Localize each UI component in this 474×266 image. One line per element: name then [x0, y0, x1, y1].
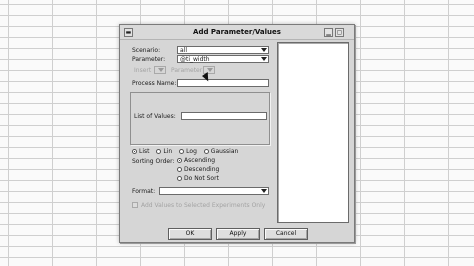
radio-list[interactable] [132, 149, 137, 154]
scenario-combobox[interactable]: all [177, 46, 269, 54]
dialog-titlebar[interactable]: ▬ Add Parameter/Values ▁ ▢ [120, 25, 354, 40]
chevron-down-icon [158, 68, 164, 72]
apply-button[interactable]: Apply [216, 228, 260, 240]
radio-descending-label: Descending [184, 166, 220, 173]
format-combobox[interactable] [159, 187, 269, 195]
parameter-label: Parameter: [132, 56, 166, 63]
list-of-values-group: List of Values: [130, 92, 270, 145]
insert-label: Insert [134, 67, 152, 74]
parameter-value: @ti_width [180, 56, 210, 63]
radio-lin-label: Lin [163, 148, 173, 155]
cancel-button[interactable]: Cancel [264, 228, 308, 240]
radio-ascending-label: Ascending [184, 157, 216, 164]
parameter-combobox[interactable]: @ti_width [177, 55, 269, 63]
sorting-order-label: Sorting Order: [132, 158, 175, 165]
radio-do-not-sort-label: Do Not Sort [184, 175, 219, 182]
process-name-input[interactable] [177, 79, 269, 87]
process-name-label: Process Name: [132, 80, 177, 87]
chevron-down-icon [261, 48, 267, 52]
chevron-down-icon [261, 57, 267, 61]
sort-descending-option: Descending [177, 166, 224, 173]
ok-button[interactable]: OK [168, 228, 212, 240]
list-of-values-input[interactable] [181, 112, 267, 120]
add-values-label: Add Values to Selected Experiments Only [141, 202, 266, 209]
radio-log[interactable] [179, 149, 185, 154]
radio-do-not-sort[interactable] [177, 176, 182, 181]
list-of-values-label: List of Values: [134, 113, 176, 120]
minimize-button[interactable]: ▁ [324, 28, 333, 37]
radio-gaussian-label: Gaussian [210, 148, 239, 155]
radio-ascending[interactable] [177, 158, 182, 163]
chevron-down-icon [261, 189, 267, 193]
distribution-radio-group: List Lin Log Gaussian [132, 148, 243, 155]
dialog-title: Add Parameter/Values [193, 28, 281, 36]
add-values-checkbox[interactable] [132, 202, 138, 208]
maximize-button[interactable]: ▢ [335, 28, 344, 37]
scenario-label: Scenario: [132, 47, 161, 54]
radio-list-label: List [139, 148, 150, 155]
parameter-small-label: Parameter [171, 67, 203, 74]
radio-descending[interactable] [177, 167, 182, 172]
format-label: Format: [132, 188, 156, 195]
values-list-box[interactable] [277, 42, 349, 223]
sort-none-option: Do Not Sort [177, 175, 224, 182]
scenario-value: all [180, 47, 188, 54]
radio-log-label: Log [186, 148, 197, 155]
radio-gaussian[interactable] [203, 149, 209, 154]
parameter-form: Scenario: all Parameter: @ti_width Inser… [125, 42, 270, 223]
insert-combobox [154, 66, 166, 74]
sort-ascending-option: Ascending [177, 157, 220, 164]
radio-lin[interactable] [156, 149, 162, 154]
add-parameter-values-dialog: ▬ Add Parameter/Values ▁ ▢ Scenario: all… [119, 24, 355, 243]
dialog-button-row: OK Apply Cancel [120, 225, 354, 244]
